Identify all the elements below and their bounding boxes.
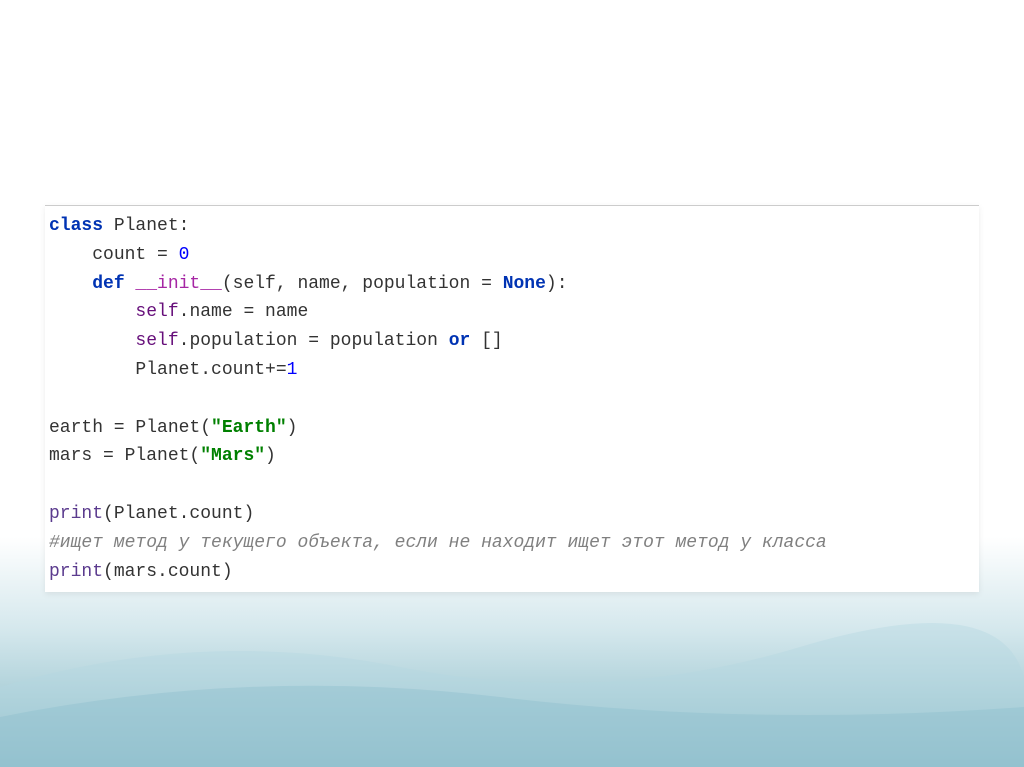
code-line-8: earth = Planet("Earth") [49,414,979,443]
code-line-3: def __init__(self, name, population = No… [49,270,979,299]
slide-container: class Planet: count = 0 def __init__(sel… [0,0,1024,767]
code-line-11: print(Planet.count) [49,500,979,529]
code-line-6: Planet.count+=1 [49,356,979,385]
code-line-12: #ищет метод у текущего объекта, если не … [49,529,979,558]
code-line-7 [49,385,979,414]
code-block: class Planet: count = 0 def __init__(sel… [45,205,979,592]
code-line-9: mars = Planet("Mars") [49,442,979,471]
code-line-5: self.population = population or [] [49,327,979,356]
code-line-13: print(mars.count) [49,558,979,587]
decorative-wave [0,567,1024,767]
code-line-2: count = 0 [49,241,979,270]
code-line-10 [49,471,979,500]
code-line-1: class Planet: [49,212,979,241]
code-line-4: self.name = name [49,298,979,327]
